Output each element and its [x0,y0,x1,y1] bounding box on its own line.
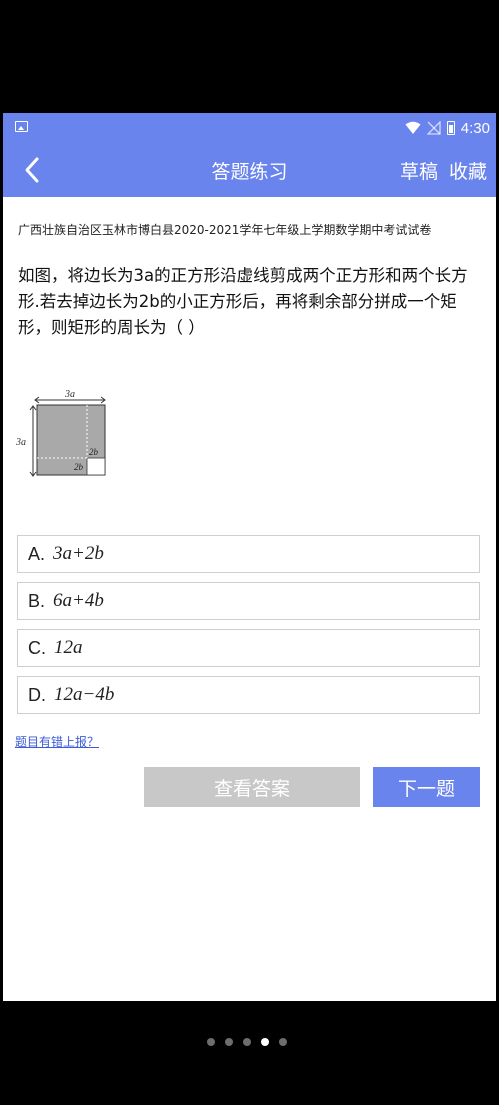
image-notification-icon [15,121,28,132]
page-dot[interactable] [225,1038,233,1046]
draft-button[interactable]: 草稿 [400,157,438,184]
figure-left-label: 3a [15,437,26,448]
next-question-button[interactable]: 下一题 [373,767,480,807]
option-text: 12a [54,637,83,658]
option-d[interactable]: D. 12a−4b [17,676,480,714]
option-text: 12a−4b [54,684,115,705]
page-dot-active[interactable] [261,1038,269,1046]
figure-inner-label-right: 2b [89,447,99,457]
option-letter: A. [28,543,46,564]
question-source: 广西壮族自治区玉林市博白县2020-2021学年七年级上学期数学期中考试试卷 [18,223,432,237]
option-letter: B. [28,590,46,611]
report-error-link[interactable]: 题目有错上报？ [15,733,99,750]
signal-icon [426,121,441,135]
status-bar: 4:30 [3,113,496,143]
wifi-icon [405,121,421,134]
page-dot[interactable] [207,1038,215,1046]
option-b[interactable]: B. 6a+4b [17,582,480,620]
answer-options: A. 3a+2b B. 6a+4b C. 12a D. 12a−4b [17,535,480,723]
option-letter: D. [28,684,46,705]
page-dot[interactable] [279,1038,287,1046]
option-text: 3a+2b [53,543,104,564]
option-text: 6a+4b [53,590,104,611]
battery-icon [446,121,455,135]
page-dot[interactable] [243,1038,251,1046]
status-icons: 4:30 [405,118,490,138]
app-screen: 4:30 答题练习 草稿 收藏 广西壮族自治区玉林市博白县2020-2021学年… [3,113,496,1001]
status-time: 4:30 [460,119,490,137]
option-letter: C. [28,637,46,658]
figure-top-label: 3a [64,389,75,400]
option-a[interactable]: A. 3a+2b [17,535,480,573]
option-c[interactable]: C. 12a [17,629,480,667]
question-text: 如图，将边长为3a的正方形沿虚线剪成两个正方形和两个长方形.若去掉边长为2b的小… [18,266,468,337]
title-bar: 答题练习 草稿 收藏 [3,143,496,197]
figure-inner-label-bottom: 2b [74,462,84,472]
page-indicator [207,1038,287,1046]
view-answer-button[interactable]: 查看答案 [144,767,360,807]
question-figure: 3a 3a 2b 2b [15,389,106,477]
favorite-button[interactable]: 收藏 [449,157,487,184]
